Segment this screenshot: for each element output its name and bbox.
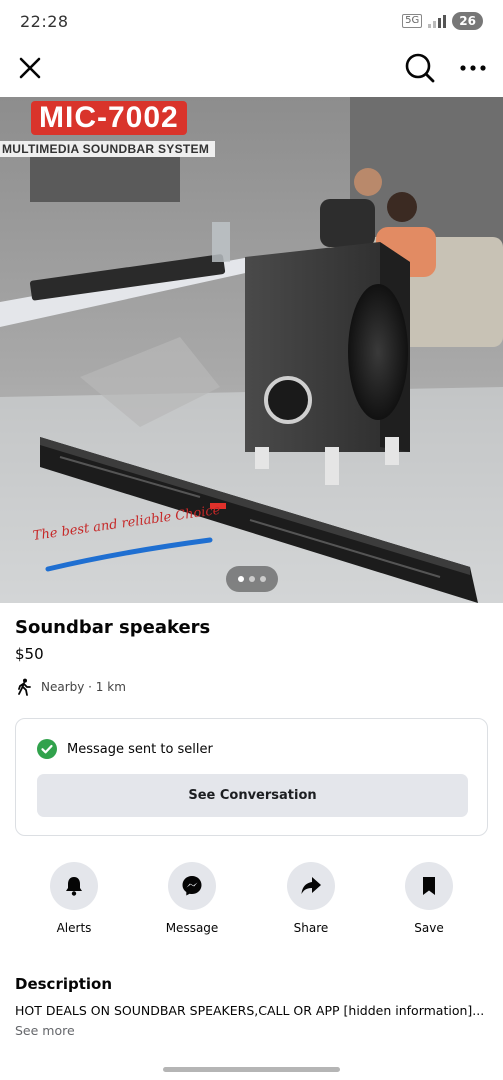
save-action[interactable]: Save: [384, 862, 474, 935]
box-subtitle-label: MULTIMEDIA SOUNDBAR SYSTEM: [0, 141, 216, 157]
message-label: Message: [165, 921, 219, 935]
see-more-link[interactable]: See more: [15, 1023, 75, 1038]
description-body: HOT DEALS ON SOUNDBAR SPEAKERS,CALL OR A…: [15, 1001, 490, 1041]
bell-icon: [66, 877, 82, 896]
more-dots-icon: [460, 65, 486, 71]
image-pager[interactable]: [226, 566, 278, 592]
search-button[interactable]: [402, 50, 438, 86]
top-bar: [0, 44, 503, 92]
search-icon: [405, 53, 435, 83]
location-text: Nearby · 1 km: [41, 680, 126, 694]
walking-person-icon: [18, 678, 31, 696]
save-label: Save: [414, 921, 444, 935]
pager-dot: [249, 576, 255, 582]
listing-title: Soundbar speakers: [15, 617, 211, 638]
box-brand-label: MIC-7002: [31, 101, 187, 135]
signal-icon: [428, 14, 447, 28]
product-photo[interactable]: MIC-7002 MULTIMEDIA SOUNDBAR SYSTEM The …: [0, 97, 503, 603]
pager-dot: [260, 576, 266, 582]
check-circle-icon: [37, 739, 57, 759]
battery-level: 26: [452, 12, 483, 30]
listing-location: Nearby · 1 km: [15, 678, 126, 696]
share-icon: [301, 877, 321, 894]
more-options-button[interactable]: [456, 52, 490, 84]
message-status: Message sent to seller: [37, 739, 213, 759]
share-button[interactable]: [287, 862, 335, 910]
close-button[interactable]: [14, 52, 46, 84]
alerts-button[interactable]: [50, 862, 98, 910]
status-time: 22:28: [20, 12, 69, 31]
status-indicators: 5G 26: [402, 12, 483, 30]
home-indicator[interactable]: [163, 1067, 340, 1072]
save-button[interactable]: [405, 862, 453, 910]
close-icon: [19, 57, 41, 79]
description-text: HOT DEALS ON SOUNDBAR SPEAKERS,CALL OR A…: [15, 1003, 485, 1018]
alerts-label: Alerts: [56, 921, 92, 935]
status-bar: 22:28 5G 26: [0, 0, 503, 42]
bookmark-icon: [423, 877, 435, 895]
pager-dot-active: [238, 576, 244, 582]
share-action[interactable]: Share: [266, 862, 356, 935]
messenger-icon: [182, 876, 202, 896]
description-heading: Description: [15, 975, 113, 993]
action-bar: Alerts Message Share Save: [0, 862, 503, 942]
share-label: Share: [293, 921, 329, 935]
message-status-text: Message sent to seller: [67, 741, 213, 757]
message-button[interactable]: [168, 862, 216, 910]
listing-price: $50: [15, 645, 44, 663]
network-type: 5G: [402, 14, 423, 28]
message-action[interactable]: Message: [147, 862, 237, 935]
alerts-action[interactable]: Alerts: [29, 862, 119, 935]
see-conversation-button[interactable]: See Conversation: [37, 774, 468, 817]
message-card: Message sent to seller See Conversation: [15, 718, 488, 836]
